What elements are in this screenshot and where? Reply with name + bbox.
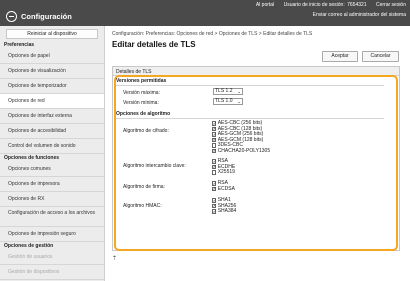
accept-button[interactable]: Aceptar — [322, 51, 358, 62]
user-id: 7654321 — [347, 2, 367, 8]
sidebar-item-common[interactable]: Opciones comunes — [0, 162, 104, 177]
checkbox-icon[interactable] — [212, 143, 217, 148]
versions-section-title: Versiones permitidas — [116, 78, 167, 84]
up-arrow-icon[interactable]: ⇡ — [112, 255, 117, 262]
page-title: Editar detalles de TLS — [112, 40, 196, 49]
sidebar-section-preferences: Preferencias — [4, 42, 35, 48]
checkbox-icon[interactable] — [212, 181, 217, 187]
sidebar-item-rx[interactable]: Opciones de RX — [0, 192, 104, 207]
checkbox-icon[interactable] — [212, 209, 217, 215]
checkbox-icon[interactable] — [212, 203, 217, 210]
option-label: ECDSA — [217, 185, 235, 192]
max-version-label: Versión máxima: — [123, 90, 160, 96]
checkbox-icon[interactable] — [212, 132, 217, 138]
sidebar-item-device-management[interactable]: Gestión de dispositivos — [0, 265, 104, 280]
sidebar: Reiniciar al dispositivo Preferencias Op… — [0, 26, 105, 281]
checkbox-icon[interactable] — [212, 159, 217, 165]
checkbox-icon[interactable] — [212, 137, 217, 144]
app-title: Configuración — [21, 12, 72, 21]
sidebar-item-printer[interactable]: Opciones de impresora — [0, 177, 104, 192]
sidebar-item-secure-print[interactable]: Opciones de impresión seguro — [0, 227, 104, 242]
max-version-value: TLS 1.2 — [215, 88, 233, 94]
min-version-select[interactable]: TLS 1.0 ⌄ — [213, 98, 243, 105]
sidebar-item-user-management[interactable]: Gestión de usuarios — [0, 250, 104, 265]
min-version-label: Versión mínima: — [123, 100, 159, 106]
breadcrumb: Configuración: Preferencias: Opciones de… — [112, 31, 313, 37]
divider — [116, 118, 384, 119]
checkbox-chacha20[interactable]: CHACHA20-POLY1305 — [212, 147, 271, 155]
encryption-label: Algoritmo de cifrado: — [123, 128, 169, 134]
hmac-label: Algoritmo HMAC: — [123, 203, 162, 209]
checkbox-icon[interactable] — [212, 148, 217, 155]
sidebar-item-accessibility[interactable]: Opciones de accesibilidad — [0, 124, 104, 139]
logout-link[interactable]: Cerrar sesión — [376, 2, 406, 8]
utility-links: Al portal Usuario de inicio de sesión: 7… — [248, 2, 406, 8]
sidebar-item-timer[interactable]: Opciones de temporizador — [0, 79, 104, 94]
sidebar-item-network[interactable]: Opciones de red — [0, 94, 104, 109]
checkbox-icon[interactable] — [212, 170, 217, 175]
sidebar-section-management: Opciones de gestión — [4, 243, 54, 249]
min-version-value: TLS 1.0 — [215, 98, 233, 104]
sidebar-item-external-interface[interactable]: Opciones de interfaz externa — [0, 109, 104, 124]
checkbox-sha384[interactable]: SHA384 — [212, 208, 237, 215]
sidebar-item-file-access[interactable]: Configuración de acceso a los archivos — [0, 207, 104, 227]
portal-link[interactable]: Al portal — [256, 2, 274, 8]
checkbox-icon[interactable] — [212, 198, 217, 204]
checkbox-sig-ecdsa[interactable]: ECDSA — [212, 185, 235, 193]
algorithms-section-title: Opciones de algoritmo — [116, 111, 171, 117]
home-button[interactable]: Reiniciar al dispositivo — [6, 29, 98, 39]
checkbox-icon[interactable] — [212, 186, 217, 193]
option-label: X25519 — [217, 169, 235, 175]
chevron-down-icon: ⌄ — [237, 99, 241, 104]
max-version-select[interactable]: TLS 1.2 ⌄ — [213, 88, 243, 95]
checkbox-icon[interactable] — [212, 126, 217, 133]
divider — [116, 85, 384, 86]
mail-admin-link[interactable]: Enviar correo al administrador del siste… — [313, 12, 406, 18]
sidebar-item-volume[interactable]: Control del volumen de sonido — [0, 139, 104, 154]
checkbox-icon[interactable] — [212, 164, 217, 171]
cancel-button[interactable]: Cancelar — [362, 51, 399, 62]
signature-label: Algoritmo de firma: — [123, 184, 165, 190]
top-bar: Al portal Usuario de inicio de sesión: 7… — [0, 0, 410, 26]
sidebar-item-paper[interactable]: Opciones de papel — [0, 49, 104, 64]
key-exchange-label: Algoritmo intercambio clave: — [123, 163, 186, 169]
checkbox-kx-x25519[interactable]: X25519 — [212, 170, 235, 175]
gear-logo-icon — [6, 11, 17, 22]
sidebar-section-functions: Opciones de funciones — [4, 155, 60, 161]
checkbox-icon[interactable] — [212, 121, 217, 127]
user-info: Usuario de inicio de sesión: 7654321 — [284, 2, 367, 8]
user-label: Usuario de inicio de sesión: — [283, 2, 345, 8]
chevron-down-icon: ⌄ — [237, 89, 241, 94]
option-label: CHACHA20-POLY1305 — [217, 147, 271, 154]
sidebar-item-display[interactable]: Opciones de visualización — [0, 64, 104, 79]
option-label: SHA384 — [217, 208, 237, 214]
tls-details-panel: Detalles de TLS Versiones permitidas Ver… — [112, 66, 400, 251]
